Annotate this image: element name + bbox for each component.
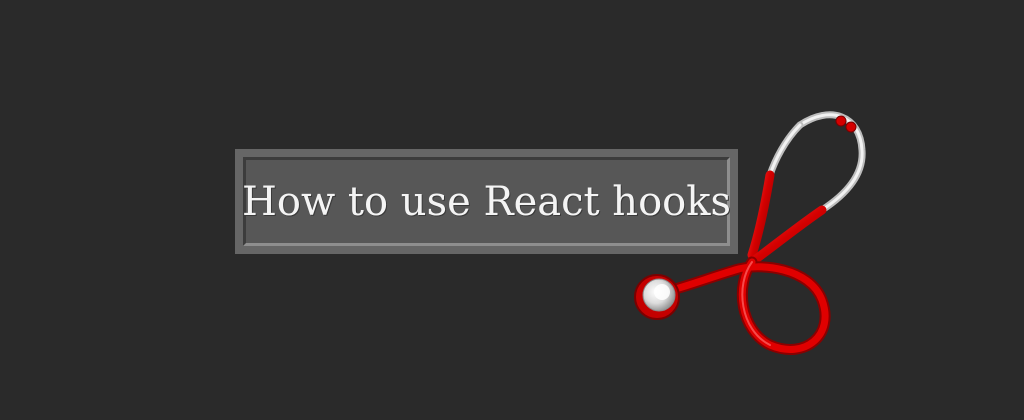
title-panel: How to use React hooks bbox=[242, 157, 731, 246]
title-frame: How to use React hooks bbox=[235, 149, 738, 254]
banner-canvas: How to use React hooks bbox=[0, 0, 1024, 420]
banner-title: How to use React hooks bbox=[242, 178, 731, 225]
